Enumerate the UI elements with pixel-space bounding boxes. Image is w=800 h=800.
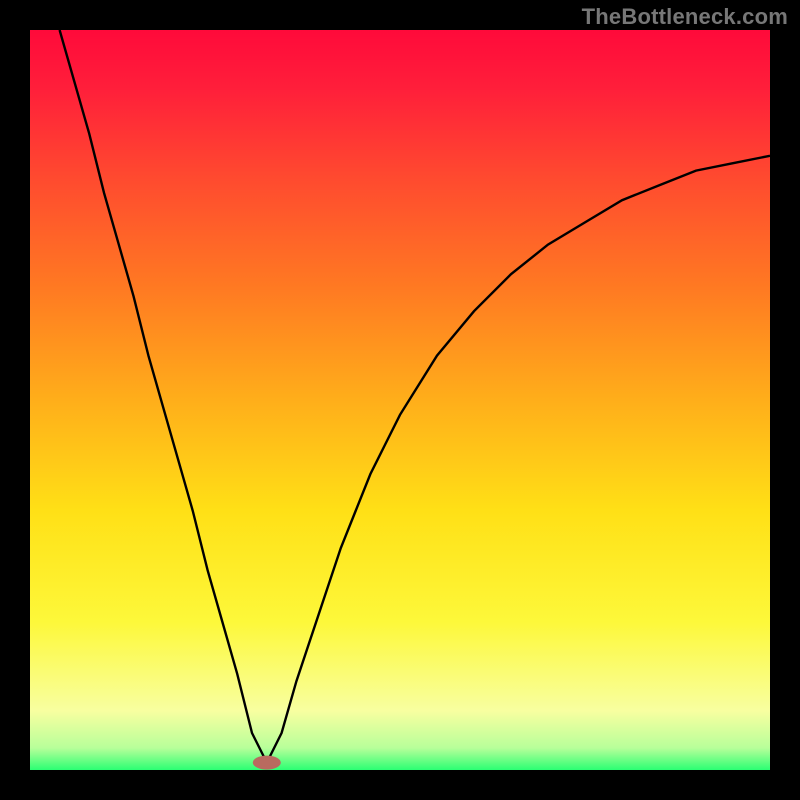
chart-frame: TheBottleneck.com [0,0,800,800]
minimum-marker [253,756,281,770]
plot-background [30,30,770,770]
watermark-text: TheBottleneck.com [582,4,788,30]
chart-svg [30,30,770,770]
bottleneck-chart [30,30,770,770]
